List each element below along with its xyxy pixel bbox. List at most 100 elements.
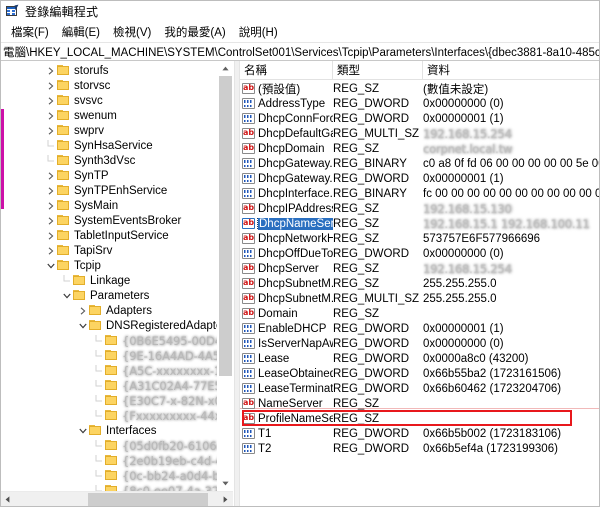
tree-item[interactable]: DNSRegisteredAdapters bbox=[0, 318, 233, 333]
tree-scroll-down-arrow[interactable] bbox=[218, 476, 233, 491]
chevron-right-icon[interactable] bbox=[44, 63, 57, 78]
value-row[interactable]: DhcpConnForc...REG_DWORD 0x00000001 (1) bbox=[240, 111, 600, 126]
tree-item[interactable]: TabletInputService bbox=[0, 228, 233, 243]
tree-scroll-left-arrow[interactable] bbox=[0, 492, 15, 507]
tree-hscroll-thumb[interactable] bbox=[88, 493, 208, 506]
string-value-icon bbox=[242, 203, 255, 214]
tree-item[interactable]: SynHsaService bbox=[0, 138, 233, 153]
chevron-down-icon[interactable] bbox=[60, 288, 73, 303]
tree-item[interactable]: {0c-bb24-a0d4-bc4-a7b-87c-d703edc...} bbox=[0, 468, 233, 483]
value-row[interactable]: Domain REG_SZ bbox=[240, 306, 600, 321]
tree-item[interactable]: swprv bbox=[0, 123, 233, 138]
tree-item[interactable]: SynTPEnhService bbox=[0, 183, 233, 198]
value-row[interactable]: LeaseTerminat...REG_DWORD 0x66b60462 (172… bbox=[240, 381, 600, 396]
string-value-icon bbox=[242, 143, 255, 154]
value-row[interactable]: IsServerNapAw...REG_DWORD 0x00000000 (0) bbox=[240, 336, 600, 351]
tree-item[interactable]: Adapters bbox=[0, 303, 233, 318]
value-row[interactable]: DhcpNetworkH...REG_SZ 573757E6F577966696 bbox=[240, 231, 600, 246]
tree-item[interactable]: {A5C-xxxxxxxx-12-8233-A6DA9F...} bbox=[0, 363, 233, 378]
menu-edit[interactable]: 編輯(E) bbox=[56, 23, 107, 42]
value-row[interactable]: Lease REG_DWORD 0x0000a8c0 (43200) bbox=[240, 351, 600, 366]
tree-item-label: SynHsaService bbox=[74, 139, 153, 152]
tree-item[interactable]: {8c0-ee07-4a-32-9cb-b20-6-7411a...} bbox=[0, 483, 233, 491]
tree-item[interactable]: Tcpip bbox=[0, 258, 233, 273]
registry-tree-scroll: storufs storvsc svsvc swenum swprv SynHsaServ… bbox=[0, 61, 233, 491]
value-row[interactable]: EnableDHCP REG_DWORD 0x00000001 (1) bbox=[240, 321, 600, 336]
tree-item[interactable]: Parameters bbox=[0, 288, 233, 303]
value-row[interactable]: DhcpDomain REG_SZ corpnet.local.tw bbox=[240, 141, 600, 156]
tree-item[interactable]: SystemEventsBroker bbox=[0, 213, 233, 228]
value-row[interactable]: DhcpDefaultGa...REG_MULTI_SZ192.168.15.2… bbox=[240, 126, 600, 141]
value-row[interactable]: NameServer REG_SZ bbox=[240, 396, 600, 411]
tree-item[interactable]: {9E-16A4AD-4A55-483F-8E60-A9C11...} bbox=[0, 348, 233, 363]
tree-horizontal-scrollbar[interactable] bbox=[0, 491, 233, 507]
menu-help[interactable]: 說明(H) bbox=[233, 23, 285, 42]
value-row[interactable]: DhcpSubnetM...REG_SZ 255.255.255.0 bbox=[240, 276, 600, 291]
tree-leaf-spacer bbox=[92, 378, 105, 393]
menu-favorites[interactable]: 我的最愛(A) bbox=[158, 23, 232, 42]
value-row[interactable]: DhcpServer REG_SZ 192.168.15.254 bbox=[240, 261, 600, 276]
chevron-right-icon[interactable] bbox=[44, 168, 57, 183]
chevron-right-icon[interactable] bbox=[44, 78, 57, 93]
column-header-data[interactable]: 資料 bbox=[423, 61, 600, 79]
tree-item[interactable]: Linkage bbox=[0, 273, 233, 288]
menu-file[interactable]: 檔案(F) bbox=[5, 23, 56, 42]
tree-item[interactable]: SynTP bbox=[0, 168, 233, 183]
menu-view[interactable]: 檢視(V) bbox=[107, 23, 158, 42]
value-row[interactable]: DhcpGateway... REG_BINARY c0 a8 0f fd 06 0… bbox=[240, 156, 600, 171]
address-bar[interactable]: 電腦\HKEY_LOCAL_MACHINE\SYSTEM\ControlSet0… bbox=[0, 42, 600, 61]
tree-item[interactable]: svsvc bbox=[0, 93, 233, 108]
registry-values-pane: 名稱 類型 資料 (預設值) REG_SZ (數值未設定) AddressType RE… bbox=[240, 61, 600, 507]
chevron-down-icon[interactable] bbox=[44, 258, 57, 273]
tree-scroll-thumb[interactable] bbox=[219, 76, 232, 376]
value-row[interactable]: DhcpInterface... REG_BINARY fc 00 00 00 00… bbox=[240, 186, 600, 201]
tree-leaf-spacer bbox=[92, 408, 105, 423]
value-row[interactable]: DhcpIPAddressREG_SZ 192.168.15.130 bbox=[240, 201, 600, 216]
value-data: 0x66b5b002 (1723183106) bbox=[423, 427, 562, 440]
tree-item[interactable]: Synth3dVsc bbox=[0, 153, 233, 168]
tree-scroll-right-arrow[interactable] bbox=[218, 492, 233, 507]
value-row[interactable]: LeaseObtained...REG_DWORD 0x66b55ba2 (172… bbox=[240, 366, 600, 381]
tree-item[interactable]: {05d0fb20-6106-44ed-b4cd-cc5-089-5f6e...… bbox=[0, 438, 233, 453]
tree-item[interactable]: {A31C02A4-77E5-30A-82E3-7493A4...} bbox=[0, 378, 233, 393]
tree-item[interactable]: {0B6E5495-00D4-4AA7-8CFB-8E06AED...} bbox=[0, 333, 233, 348]
chevron-right-icon[interactable] bbox=[44, 228, 57, 243]
chevron-down-icon[interactable] bbox=[76, 423, 89, 438]
column-header-name[interactable]: 名稱 bbox=[240, 61, 333, 79]
value-row[interactable]: DhcpGateway... REG_DWORD 0x00000001 (1) bbox=[240, 171, 600, 186]
value-row[interactable]: T2 REG_DWORD 0x66b5ef4a (1723199306) bbox=[240, 441, 600, 456]
chevron-right-icon[interactable] bbox=[44, 123, 57, 138]
tree-item[interactable]: storufs bbox=[0, 63, 233, 78]
chevron-down-icon[interactable] bbox=[76, 318, 89, 333]
tree-item[interactable]: swenum bbox=[0, 108, 233, 123]
tree-scroll-up-arrow[interactable] bbox=[218, 61, 233, 76]
tree-item[interactable]: Interfaces bbox=[0, 423, 233, 438]
tree-item[interactable]: storvsc bbox=[0, 78, 233, 93]
value-name-cell: LeaseObtained... bbox=[240, 368, 333, 380]
tree-item[interactable]: {Fxxxxxxxxx-44xx-xxxx-xxxx-D0...} bbox=[0, 408, 233, 423]
tree-item[interactable]: {2e0b19eb-c4d-47c8-b224-99eu-ne...} bbox=[0, 453, 233, 468]
value-type: REG_SZ bbox=[333, 82, 380, 95]
tree-vertical-scrollbar[interactable] bbox=[217, 61, 233, 491]
value-row[interactable]: DhcpNameSer...REG_SZ 192.168.15.1 192.168… bbox=[240, 216, 600, 231]
value-row[interactable]: T1 REG_DWORD 0x66b5b002 (1723183106) bbox=[240, 426, 600, 441]
chevron-right-icon[interactable] bbox=[44, 198, 57, 213]
folder-icon bbox=[105, 410, 118, 421]
tree-item[interactable]: SysMain bbox=[0, 198, 233, 213]
value-data: corpnet.local.tw bbox=[423, 141, 513, 156]
chevron-right-icon[interactable] bbox=[44, 93, 57, 108]
chevron-right-icon[interactable] bbox=[44, 183, 57, 198]
column-header-type[interactable]: 類型 bbox=[333, 61, 423, 79]
value-row[interactable]: DhcpOffDueTo...REG_DWORD 0x00000000 (0) bbox=[240, 246, 600, 261]
value-name: DhcpServer bbox=[258, 262, 319, 275]
chevron-right-icon[interactable] bbox=[76, 303, 89, 318]
chevron-right-icon[interactable] bbox=[44, 108, 57, 123]
value-row[interactable]: DhcpSubnetM...REG_MULTI_SZ255.255.255.0 bbox=[240, 291, 600, 306]
tree-item[interactable]: {E30C7-x-82N-x0E55-xxx-5823455...} bbox=[0, 393, 233, 408]
tree-item[interactable]: TapiSrv bbox=[0, 243, 233, 258]
value-row[interactable]: ProfileNameSe...REG_SZ bbox=[240, 411, 600, 426]
value-row[interactable]: AddressType REG_DWORD 0x00000000 (0) bbox=[240, 96, 600, 111]
chevron-right-icon[interactable] bbox=[44, 243, 57, 258]
value-row[interactable]: (預設值) REG_SZ (數值未設定) bbox=[240, 81, 600, 96]
chevron-right-icon[interactable] bbox=[44, 213, 57, 228]
